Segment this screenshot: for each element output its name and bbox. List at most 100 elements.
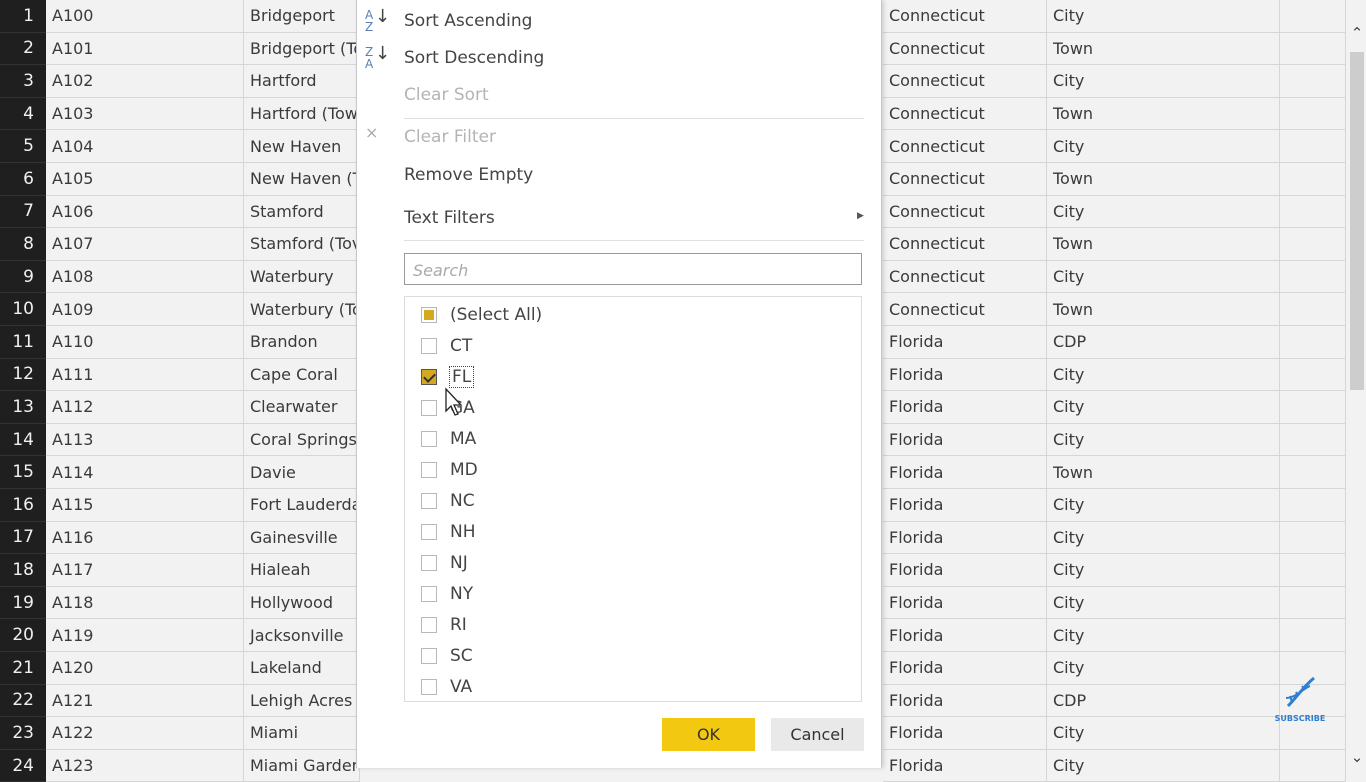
checkbox[interactable] <box>421 493 437 509</box>
cell-city[interactable]: Waterbury <box>244 260 360 294</box>
filter-option[interactable]: NJ <box>421 551 468 575</box>
sort-ascending-item[interactable]: Sort Ascending <box>404 11 532 31</box>
cell-id[interactable]: A119 <box>46 619 244 652</box>
cell-state[interactable]: Florida <box>883 391 1047 424</box>
row-number[interactable]: 4 <box>0 97 46 131</box>
cell-type[interactable]: City <box>1047 391 1280 424</box>
cell-state[interactable]: Connecticut <box>883 97 1047 131</box>
cell-city[interactable]: Brandon <box>244 326 360 359</box>
row-number[interactable]: 14 <box>0 423 46 457</box>
cell-id[interactable]: A108 <box>46 260 244 294</box>
cell-state[interactable]: Connecticut <box>883 130 1047 163</box>
cell-city[interactable]: Bridgeport <box>244 0 360 33</box>
cell-type[interactable]: Town <box>1047 97 1280 131</box>
cell-empty[interactable] <box>1280 228 1346 261</box>
row-number[interactable]: 12 <box>0 358 46 392</box>
clear-filter-item[interactable]: Clear Filter <box>404 127 496 147</box>
cell-id[interactable]: A118 <box>46 586 244 620</box>
cell-empty[interactable] <box>1280 260 1346 294</box>
filter-option[interactable]: (Select All) <box>421 303 542 327</box>
cell-id[interactable]: A115 <box>46 489 244 522</box>
cell-empty[interactable] <box>1280 554 1346 587</box>
cell-type[interactable]: City <box>1047 489 1280 522</box>
cell-type[interactable]: City <box>1047 619 1280 652</box>
cell-empty[interactable] <box>1280 586 1346 620</box>
checkbox[interactable] <box>421 679 437 695</box>
cell-id[interactable]: A117 <box>46 554 244 587</box>
cell-city[interactable]: Waterbury (To <box>244 293 360 326</box>
checkbox[interactable] <box>421 648 437 664</box>
row-number[interactable]: 22 <box>0 684 46 718</box>
cell-city[interactable]: Hartford <box>244 65 360 98</box>
scroll-up-icon[interactable]: ⌃ <box>1348 24 1366 42</box>
row-number[interactable]: 20 <box>0 619 46 652</box>
cell-id[interactable]: A109 <box>46 293 244 326</box>
clear-sort-item[interactable]: Clear Sort <box>404 85 489 105</box>
text-filters-item[interactable]: Text Filters <box>404 208 495 228</box>
cell-type[interactable]: City <box>1047 586 1280 620</box>
row-number[interactable]: 8 <box>0 228 46 261</box>
vertical-scrollbar[interactable]: ⌃ ⌄ <box>1346 0 1366 768</box>
row-number[interactable]: 24 <box>0 749 46 782</box>
cell-id[interactable]: A104 <box>46 130 244 163</box>
cell-id[interactable]: A107 <box>46 228 244 261</box>
cell-empty[interactable] <box>1280 293 1346 326</box>
cell-type[interactable]: City <box>1047 358 1280 392</box>
cell-city[interactable]: Lakeland <box>244 652 360 685</box>
row-number[interactable]: 23 <box>0 717 46 750</box>
cell-id[interactable]: A101 <box>46 32 244 66</box>
cell-type[interactable]: City <box>1047 554 1280 587</box>
cell-id[interactable]: A106 <box>46 195 244 229</box>
checkbox[interactable] <box>421 555 437 571</box>
cell-state[interactable]: Florida <box>883 586 1047 620</box>
cell-type[interactable]: CDP <box>1047 326 1280 359</box>
cell-empty[interactable] <box>1280 65 1346 98</box>
cell-empty[interactable] <box>1280 619 1346 652</box>
cell-city[interactable]: Stamford <box>244 195 360 229</box>
cell-type[interactable]: City <box>1047 521 1280 555</box>
checkbox[interactable] <box>421 617 437 633</box>
cell-id[interactable]: A103 <box>46 97 244 131</box>
cell-state[interactable]: Florida <box>883 749 1047 782</box>
checkbox[interactable] <box>421 338 437 354</box>
checkbox[interactable] <box>421 400 437 416</box>
cell-city[interactable]: New Haven <box>244 130 360 163</box>
cell-city[interactable]: Hialeah <box>244 554 360 587</box>
cell-city[interactable]: Davie <box>244 456 360 489</box>
row-number[interactable]: 11 <box>0 326 46 359</box>
cell-city[interactable]: New Haven (T <box>244 163 360 196</box>
cell-city[interactable]: Miami Garden <box>244 749 360 782</box>
cell-state[interactable]: Florida <box>883 554 1047 587</box>
cell-id[interactable]: A110 <box>46 326 244 359</box>
filter-option[interactable]: MD <box>421 458 478 482</box>
cell-state[interactable]: Connecticut <box>883 32 1047 66</box>
cell-state[interactable]: Connecticut <box>883 65 1047 98</box>
scroll-down-icon[interactable]: ⌄ <box>1348 748 1366 766</box>
cancel-button[interactable]: Cancel <box>771 718 864 751</box>
cell-state[interactable]: Florida <box>883 423 1047 457</box>
cell-type[interactable]: City <box>1047 195 1280 229</box>
filter-option[interactable]: FL <box>421 365 475 389</box>
checkbox[interactable] <box>421 586 437 602</box>
cell-state[interactable]: Florida <box>883 684 1047 718</box>
subscribe-watermark[interactable]: SUBSCRIBE <box>1270 674 1330 726</box>
row-number[interactable]: 7 <box>0 195 46 229</box>
row-number[interactable]: 21 <box>0 652 46 685</box>
row-number[interactable]: 18 <box>0 554 46 587</box>
cell-id[interactable]: A102 <box>46 65 244 98</box>
cell-city[interactable]: Stamford (Tov <box>244 228 360 261</box>
scroll-thumb[interactable] <box>1350 52 1364 390</box>
cell-city[interactable]: Fort Lauderda <box>244 489 360 522</box>
remove-empty-item[interactable]: Remove Empty <box>404 165 533 185</box>
checkbox[interactable] <box>421 431 437 447</box>
cell-empty[interactable] <box>1280 521 1346 555</box>
cell-type[interactable]: City <box>1047 260 1280 294</box>
cell-state[interactable]: Florida <box>883 456 1047 489</box>
cell-type[interactable]: City <box>1047 130 1280 163</box>
cell-id[interactable]: A114 <box>46 456 244 489</box>
checkbox[interactable] <box>421 307 437 323</box>
cell-city[interactable]: Bridgeport (To <box>244 32 360 66</box>
cell-state[interactable]: Florida <box>883 652 1047 685</box>
cell-state[interactable]: Florida <box>883 358 1047 392</box>
row-number[interactable]: 2 <box>0 32 46 66</box>
